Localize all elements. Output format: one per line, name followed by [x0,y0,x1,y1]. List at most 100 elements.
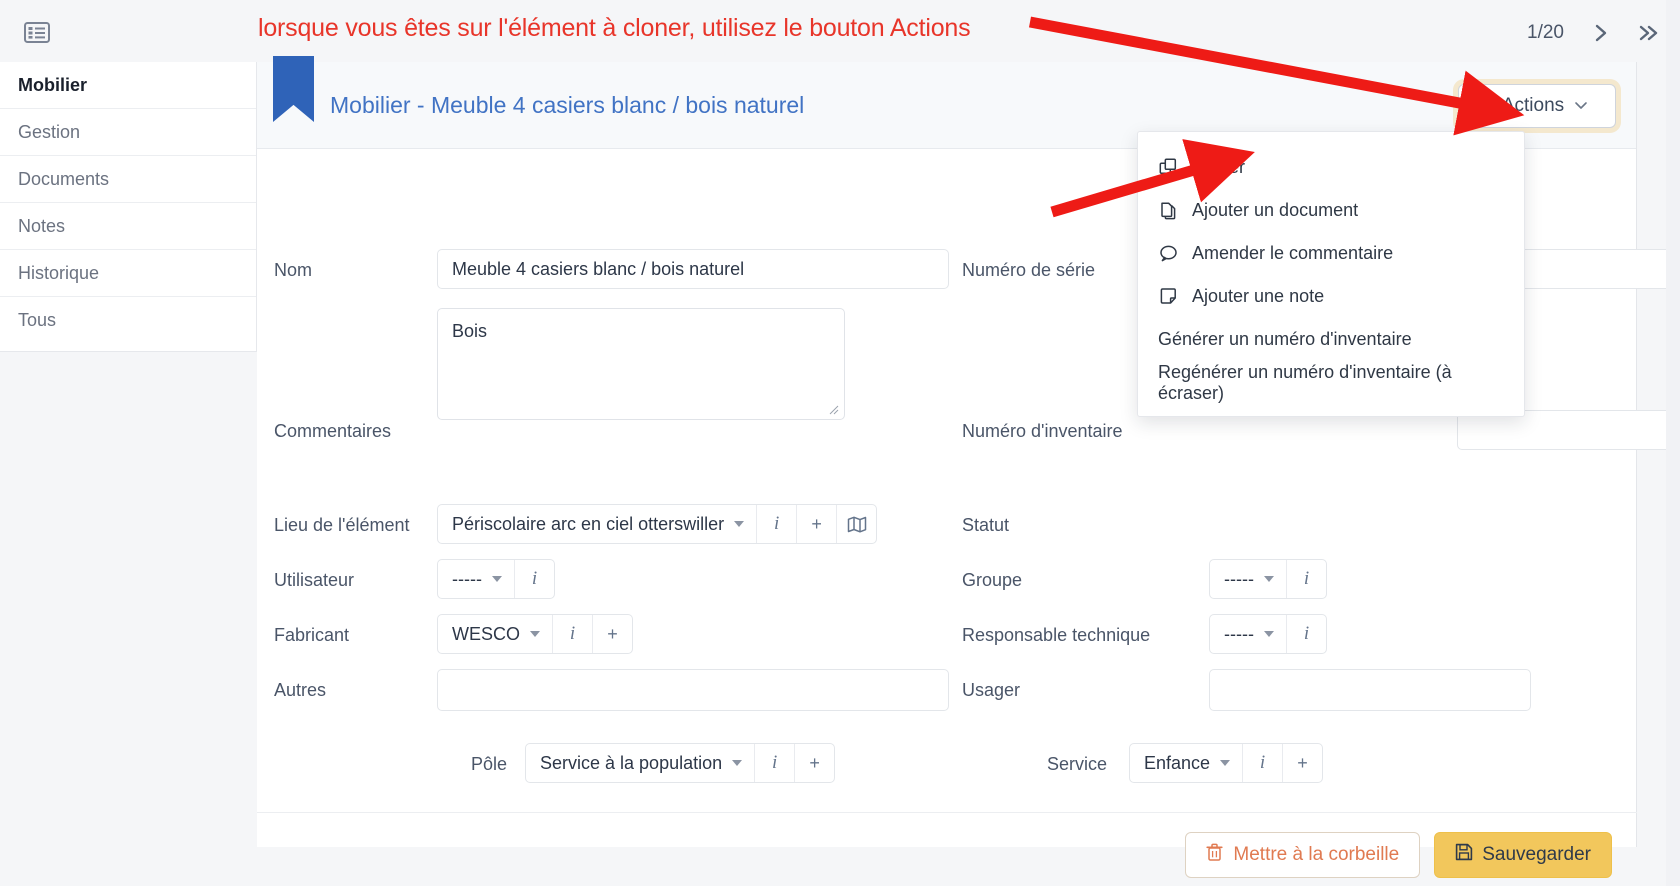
responsable-select[interactable]: ----- [1210,615,1286,653]
actions-dropdown-menu: Clôner Ajouter un document Amender le co… [1137,131,1525,417]
caret-down-icon [530,631,541,637]
field-label-service: Service [1047,754,1108,774]
responsable-select-value: ----- [1224,623,1254,644]
note-icon [1158,287,1179,306]
pole-info-button[interactable]: i [754,744,794,782]
field-label-commentaires: Commentaires [274,421,392,441]
comment-bubble-icon [1158,244,1179,263]
lieu-select[interactable]: Périscolaire arc en ciel otterswiller [438,505,756,543]
chevron-double-right-icon[interactable] [1638,22,1662,44]
menu-item-label: Clôner [1192,157,1246,177]
vertical-dots-icon [1486,94,1492,119]
page-title: Mobilier - Meuble 4 casiers blanc / bois… [330,92,805,118]
lieu-info-button[interactable]: i [756,505,796,543]
lieu-select-value: Périscolaire arc en ciel otterswiller [452,513,725,534]
form-divider [257,812,1637,813]
sidebar-item-mobilier[interactable]: Mobilier [0,62,256,109]
app-root: lorsque vous êtes sur l'élément à cloner… [0,0,1680,886]
list-panel-icon[interactable] [22,20,52,44]
responsable-select-group: ----- i [1209,614,1327,654]
sidebar-item-historique[interactable]: Historique [0,250,256,297]
sidebar-item-label: Gestion [18,121,81,142]
nom-input-value: Meuble 4 casiers blanc / bois naturel [452,258,745,279]
resize-grip-icon[interactable] [828,404,840,416]
map-icon[interactable] [836,505,876,543]
field-row-autres: Autres [274,680,326,701]
fabricant-select[interactable]: WESCO [438,615,552,653]
sidebar-item-label: Historique [18,262,100,283]
field-label-nom: Nom [274,260,313,280]
delete-button[interactable]: Mettre à la corbeille [1185,832,1421,878]
field-label-autres: Autres [274,680,327,700]
field-label-pole: Pôle [471,754,508,774]
groupe-select-group: ----- i [1209,559,1327,599]
annotation-text: lorsque vous êtes sur l'élément à cloner… [258,14,971,42]
sidebar-item-label: Documents [18,168,110,189]
pole-select-value: Service à la population [540,752,723,773]
utilisateur-info-button[interactable]: i [513,560,554,598]
fabricant-add-button[interactable]: + [592,615,632,653]
menu-item-ajouter-note[interactable]: Ajouter une note [1138,275,1524,318]
sidebar-item-gestion[interactable]: Gestion [0,109,256,156]
page-count: 1/20 [1527,22,1564,43]
actions-button[interactable]: Actions [1458,84,1616,128]
utilisateur-select[interactable]: ----- [438,560,514,598]
pole-select[interactable]: Service à la population [526,744,754,782]
fabricant-info-button[interactable]: i [552,615,592,653]
field-label-numero-inventaire: Numéro d'inventaire [962,421,1123,441]
menu-item-amender-commentaire[interactable]: Amender le commentaire [1138,232,1524,275]
groupe-info-button[interactable]: i [1285,560,1326,598]
service-add-button[interactable]: + [1282,744,1322,782]
caret-down-icon [734,521,745,527]
fabricant-select-group: WESCO i + [437,614,634,654]
nom-input[interactable]: Meuble 4 casiers blanc / bois naturel [437,249,949,289]
bookmark-icon [273,56,314,122]
sidebar-item-label: Mobilier [18,74,88,95]
lieu-add-button[interactable]: + [796,505,836,543]
responsable-info-button[interactable]: i [1285,615,1326,653]
trash-icon [1206,843,1224,868]
field-label-numero-serie: Numéro de série [962,260,1096,280]
menu-item-ajouter-document[interactable]: Ajouter un document [1138,189,1524,232]
service-select[interactable]: Enfance [1130,744,1242,782]
field-row-responsable: Responsable technique [962,625,1150,646]
pagination: 1/20 [1527,22,1662,44]
chevron-right-icon[interactable] [1592,22,1610,44]
service-select-group: Enfance i + [1129,743,1324,783]
field-row-commentaires: Commentaires [274,421,391,442]
sidebar-item-documents[interactable]: Documents [0,156,256,203]
save-button[interactable]: Sauvegarder [1434,832,1612,878]
menu-item-cloner[interactable]: Clôner [1138,146,1524,189]
form-footer-buttons: Mettre à la corbeille Sauvegarder [1185,832,1612,878]
usager-input[interactable] [1209,669,1531,711]
sidebar-item-label: Tous [18,310,57,330]
field-label-lieu: Lieu de l'élément [274,515,410,535]
menu-item-generer-numero[interactable]: Générer un numéro d'inventaire [1138,318,1524,361]
groupe-select[interactable]: ----- [1210,560,1286,598]
field-row-pole: Pôle [471,754,507,775]
service-select-value: Enfance [1144,752,1211,773]
autres-input[interactable] [437,669,949,711]
sidebar-item-notes[interactable]: Notes [0,203,256,250]
field-row-utilisateur: Utilisateur [274,570,354,591]
service-info-button[interactable]: i [1242,744,1282,782]
sidebar: Mobilier Gestion Documents Notes Histori… [0,62,257,352]
commentaires-value: Bois [452,321,488,341]
delete-button-label: Mettre à la corbeille [1233,844,1400,865]
sidebar-item-label: Notes [18,215,66,236]
pole-add-button[interactable]: + [794,744,834,782]
field-row-usager: Usager [962,680,1020,701]
commentaires-textarea[interactable]: Bois [437,308,845,420]
field-row-service: Service [1047,754,1107,775]
field-label-fabricant: Fabricant [274,625,350,645]
pole-select-group: Service à la population i + [525,743,836,783]
sidebar-item-tous[interactable]: Tous [0,297,256,344]
menu-item-regenerer-numero[interactable]: Regénérer un numéro d'inventaire (à écra… [1138,361,1524,404]
field-label-usager: Usager [962,680,1021,700]
field-row-numero-inventaire: Numéro d'inventaire [962,421,1123,442]
menu-item-label: Regénérer un numéro d'inventaire (à écra… [1158,361,1452,403]
field-row-nom: Nom [274,260,454,281]
field-label-statut: Statut [962,515,1010,535]
scrollbar-track[interactable] [1666,0,1680,886]
field-row-groupe: Groupe [962,570,1022,591]
